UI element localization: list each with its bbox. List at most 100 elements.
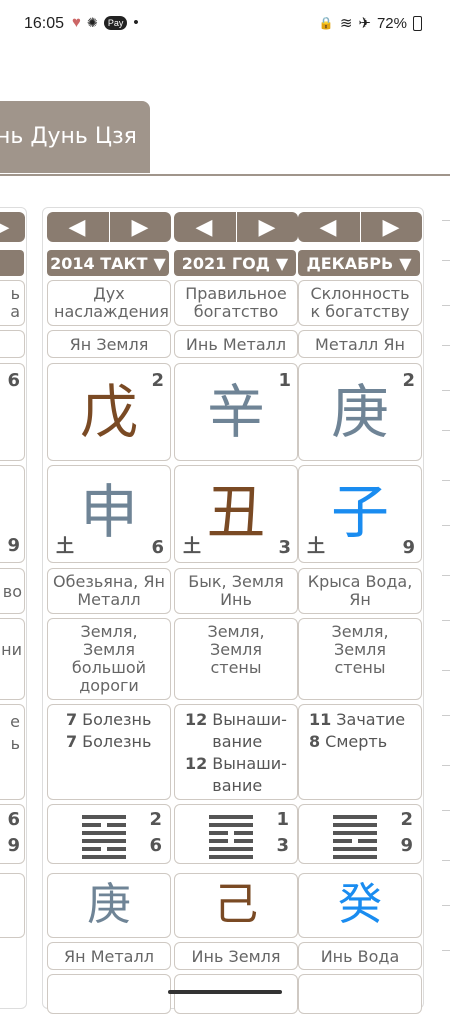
pillar-1-stem-elem-cell: Инь Металл [174, 330, 298, 358]
left-hex-top: 6 [7, 809, 20, 830]
branch-number: 9 [402, 537, 415, 558]
hexagram-top: 2 [149, 809, 162, 830]
stem-element: Инь Металл [185, 335, 287, 354]
pillar-1-branch-cell[interactable]: 丑 土 3 [174, 465, 298, 563]
pillar-0-selector[interactable]: 2014 ТАКТ ▼ [47, 250, 169, 276]
branch-name: Бык, Земля Инь [188, 572, 284, 609]
selector-label: 2021 ГОД [181, 253, 270, 273]
stem-number: 2 [151, 370, 164, 391]
life-stages: 11 Зачатие 8 Смерть [309, 709, 405, 753]
hexagram-icon [82, 815, 126, 863]
next-arrow-icon[interactable]: ▶ [360, 212, 421, 242]
branch-element: 土 [56, 536, 74, 557]
pillar-0-stem-cell[interactable]: 戊 2 [47, 363, 171, 461]
pillar-2-branch-name-cell: Крыса Вода, Ян [298, 568, 422, 614]
life-stage-number: 12 [185, 754, 208, 773]
app-icon: ✺ [86, 14, 98, 30]
life-stage-number: 7 [66, 732, 78, 751]
left-life-1: е [10, 712, 20, 731]
pillar-1-nav: ◀ ▶ [174, 212, 298, 242]
pillar-0-hexagram-cell: 2 6 [47, 804, 171, 864]
triangle-down-icon: ▼ [399, 253, 412, 273]
hidden-stem: 癸 [338, 879, 382, 930]
left-hex-bottom: 9 [7, 835, 20, 856]
pillar-2-life-cell: 11 Зачатие 8 Смерть [298, 704, 422, 800]
left-god-1: ь [10, 284, 20, 303]
life-stage-text: Вынаши-вание [212, 710, 287, 751]
heavenly-stem: 辛 [206, 378, 265, 446]
left-stem-elem-cell [0, 330, 25, 358]
left-life-2: ь [10, 734, 20, 753]
pillar-2-selector[interactable]: ДЕКАБРЬ ▼ [298, 250, 420, 276]
pillar-2-hexagram-cell: 2 9 [298, 804, 422, 864]
life-stage: 11 Зачатие [309, 709, 405, 731]
pillar-0-god-cell: Дух наслаждения [47, 280, 171, 326]
pillar-1-nayin-cell: Земля, Земля стены [174, 618, 298, 700]
battery-icon [413, 15, 422, 31]
triangle-down-icon: ▼ [275, 253, 289, 273]
ten-god: Дух наслаждения [54, 284, 169, 321]
life-stage: 12 Вынаши-вание [185, 709, 294, 753]
pillar-2-hidden-stem-cell[interactable]: 癸 [298, 873, 422, 938]
life-stage: 12 Вынаши-вание [185, 753, 294, 797]
pillar-1-hidden-elem-cell: Инь Земля [174, 942, 298, 970]
pillar-1-life-cell: 12 Вынаши-вание 12 Вынаши-вание [174, 704, 298, 800]
gesture-bar[interactable] [168, 990, 282, 994]
pillar-0-stem-elem-cell: Ян Земля [47, 330, 171, 358]
pillar-1-hidden-stem-cell[interactable]: 己 [174, 873, 298, 938]
left-nayin-cell: ни [0, 618, 25, 700]
ten-god: Правильное богатство [185, 284, 287, 321]
left-branch-name: во [2, 582, 22, 601]
branch-name: Крыса Вода, Ян [307, 572, 413, 609]
prev-arrow-icon[interactable]: ◀ [174, 212, 234, 242]
stem-number: 1 [278, 370, 291, 391]
prev-arrow-icon[interactable]: ◀ [298, 212, 358, 242]
branch-element: 土 [183, 536, 201, 557]
life-stage-number: 12 [185, 710, 208, 729]
pillar-0-branch-cell[interactable]: 申 土 6 [47, 465, 171, 563]
next-arrow-icon[interactable]: ▶ [236, 212, 297, 242]
pillar-0-hidden-stem-cell[interactable]: 庚 [47, 873, 171, 938]
left-stem-cell: 6 [0, 363, 25, 461]
pillar-2-god-cell: Склонность к богатству [298, 280, 422, 326]
life-stage-text: Болезнь [82, 710, 152, 729]
heavenly-stem: 庚 [330, 378, 389, 446]
pillar-0-hidden-elem-cell: Ян Металл [47, 942, 171, 970]
life-stage-text: Вынаши-вание [212, 754, 287, 795]
pillar-1-branch-name-cell: Бык, Земля Инь [174, 568, 298, 614]
tab-dun-jia[interactable]: нь Дунь Цзя [0, 101, 150, 173]
branch-number: 3 [278, 537, 291, 558]
stem-number: 2 [402, 370, 415, 391]
hexagram-bottom: 9 [400, 835, 413, 856]
divider [0, 174, 450, 176]
left-branch-name-cell: во [0, 568, 25, 614]
selector-label: ДЕКАБРЬ [306, 253, 394, 273]
hidden-stem: 庚 [87, 879, 131, 930]
pillar-0-branch-name-cell: Обезьяна, Ян Металл [47, 568, 171, 614]
heart-icon: ♥ [72, 14, 81, 31]
prev-arrow-icon[interactable]: ◀ [47, 212, 107, 242]
triangle-down-icon: ▼ [153, 253, 166, 273]
right-edge [442, 180, 450, 1000]
pillar-2-stem-cell[interactable]: 庚 2 [298, 363, 422, 461]
hidden-stem-element: Инь Вода [320, 947, 400, 966]
life-stage: 7 Болезнь [66, 731, 151, 753]
pillar-1-stem-cell[interactable]: 辛 1 [174, 363, 298, 461]
left-selector[interactable] [0, 250, 24, 276]
left-arrow-button[interactable]: ▶ [0, 212, 25, 242]
life-stage: 7 Болезнь [66, 709, 151, 731]
dot-icon: • [133, 14, 139, 31]
life-stage-text: Смерть [325, 732, 388, 751]
pillar-2-nayin-cell: Земля, Земля стены [298, 618, 422, 700]
pillar-1-selector[interactable]: 2021 ГОД ▼ [174, 250, 296, 276]
life-stage-number: 8 [309, 732, 321, 751]
heavenly-stem: 戊 [79, 378, 138, 446]
nayin: Земля, Земля стены [331, 622, 389, 677]
pay-icon: Pay [103, 15, 128, 30]
life-stage-number: 7 [66, 710, 78, 729]
pillar-2-branch-cell[interactable]: 子 土 9 [298, 465, 422, 563]
left-life-cell: е ь [0, 704, 25, 800]
pillar-1-next-cell [174, 974, 298, 1014]
next-arrow-icon[interactable]: ▶ [109, 212, 170, 242]
hexagram-bottom: 6 [149, 835, 162, 856]
